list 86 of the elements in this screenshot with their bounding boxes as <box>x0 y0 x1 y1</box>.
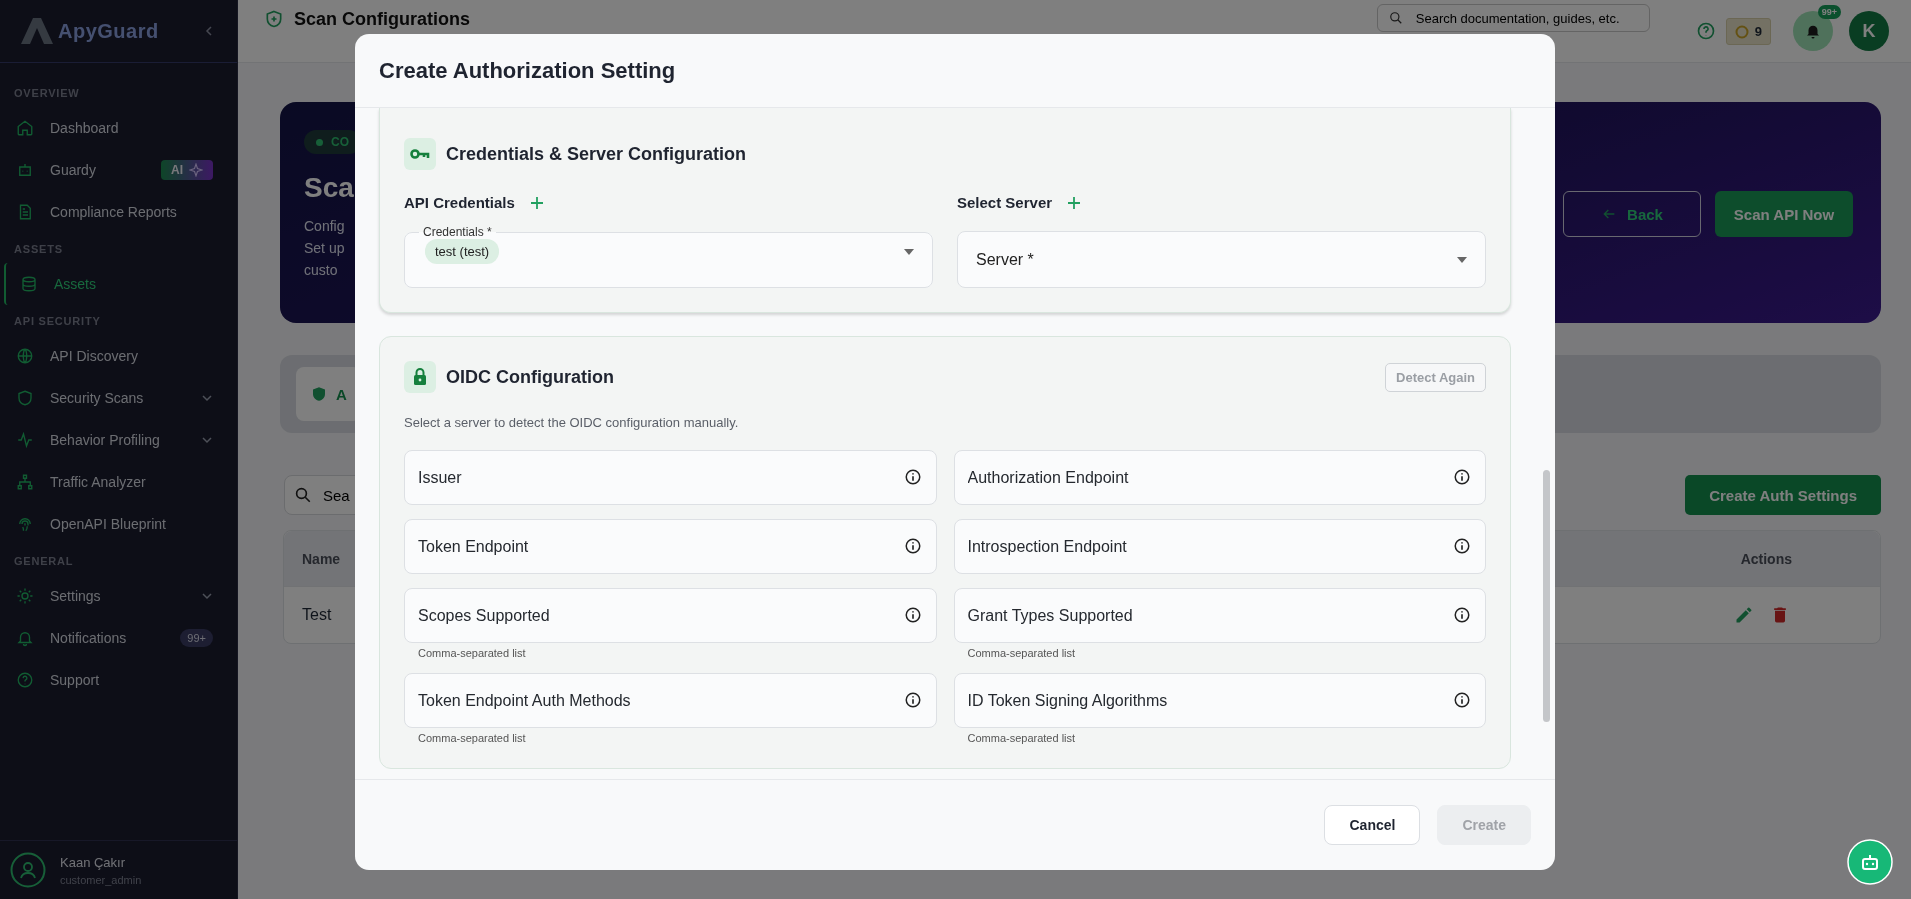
text-field[interactable]: Token Endpoint <box>404 519 937 574</box>
shield-icon <box>16 389 34 407</box>
add-icon[interactable] <box>1066 194 1083 211</box>
info-icon[interactable] <box>1453 691 1471 709</box>
sidebar-item[interactable]: API Discovery <box>0 335 237 377</box>
fingerprint-icon <box>16 515 34 533</box>
section-title: OIDC Configuration <box>446 366 614 388</box>
info-icon[interactable] <box>1453 537 1471 555</box>
field-group-label: API Credentials <box>404 194 515 211</box>
scrollbar-thumb[interactable] <box>1543 470 1550 722</box>
bell-icon <box>16 629 34 647</box>
info-icon[interactable] <box>903 606 922 624</box>
column-header: Actions <box>1740 550 1792 567</box>
sidebar-item[interactable]: Settings <box>0 575 237 617</box>
sidebar-item[interactable]: Guardy AI <box>0 149 237 191</box>
sidebar-item[interactable]: Notifications 99+ <box>0 617 237 659</box>
helper-text: Comma-separated list <box>967 647 1077 659</box>
text-field[interactable]: Token Endpoint Auth Methods <box>404 673 937 728</box>
robot-icon <box>16 161 34 179</box>
helper-text: Comma-separated list <box>418 732 527 744</box>
pulse-icon <box>16 431 34 449</box>
text-field[interactable]: Authorization Endpoint <box>953 450 1486 505</box>
info-icon[interactable] <box>1453 468 1471 486</box>
search-icon <box>294 486 312 504</box>
text-field[interactable]: Introspection Endpoint <box>953 519 1486 574</box>
info-icon[interactable] <box>1453 606 1471 624</box>
user-avatar[interactable]: K <box>1849 11 1889 51</box>
logo-mark <box>20 16 54 46</box>
caret-icon <box>1457 256 1467 263</box>
text-field[interactable]: ID Token Signing Algorithms <box>953 673 1486 728</box>
sidebar-item[interactable]: Behavior Profiling <box>0 419 237 461</box>
hero-title: Sca <box>304 172 354 204</box>
count-badge: 99+ <box>180 629 213 647</box>
search-icon <box>1388 11 1403 25</box>
chatbot-button[interactable] <box>1847 839 1893 885</box>
info-icon[interactable] <box>903 537 922 555</box>
badge-label: AI <box>171 163 183 177</box>
hero-description: Set up <box>304 240 345 256</box>
search-field[interactable]: Search documentation, guides, etc. <box>1376 4 1650 32</box>
create-auth-button[interactable]: Create Auth Settings <box>1685 475 1881 515</box>
help-icon <box>16 671 34 689</box>
globe-icon <box>16 347 34 365</box>
server-select[interactable]: Server * <box>957 231 1486 288</box>
sparkle-icon <box>189 163 203 177</box>
hero-description: custo <box>304 262 338 278</box>
text-field[interactable]: Scopes Supported <box>404 588 937 643</box>
lock-icon <box>404 361 436 393</box>
home-icon <box>16 119 34 137</box>
caret-icon <box>904 248 914 255</box>
info-icon[interactable] <box>903 691 922 709</box>
user-name: Kaan Çakır <box>60 854 127 870</box>
database-icon <box>20 275 38 293</box>
helper-text: Comma-separated list <box>418 647 527 659</box>
sidebar-item[interactable]: Security Scans <box>0 377 237 419</box>
sitemap-icon <box>16 473 34 491</box>
shield-icon <box>310 385 328 403</box>
page-title: Scan Configurations <box>294 9 470 30</box>
credentials-select[interactable]: Credentials * test (test) <box>404 225 933 288</box>
user-avatar-icon[interactable] <box>10 852 46 888</box>
column-header: Name <box>302 550 341 567</box>
section-title: Credentials & Server Configuration <box>446 143 747 165</box>
dialog-title: Create Authorization Setting <box>379 57 676 84</box>
cancel-button[interactable]: Cancel <box>1324 805 1421 845</box>
add-icon[interactable] <box>528 194 545 211</box>
scan-button[interactable]: Scan API Now <box>1715 191 1853 237</box>
sidebar-item[interactable]: Dashboard <box>0 107 237 149</box>
key-icon <box>404 138 436 170</box>
coin-badge[interactable]: 9 <box>1725 18 1771 45</box>
coin-icon <box>1734 24 1749 39</box>
table-cell: Test <box>302 606 332 624</box>
info-icon[interactable] <box>903 468 922 486</box>
back-button[interactable]: Back <box>1563 191 1701 237</box>
text-field[interactable]: Grant Types Supported <box>953 588 1486 643</box>
hero-description: Config <box>304 218 345 234</box>
text-field[interactable]: Issuer <box>404 450 937 505</box>
shield-icon <box>264 9 284 29</box>
sidebar-item[interactable]: Support <box>0 659 237 701</box>
field-group-label: Select Server <box>957 194 1053 211</box>
selected-chip: test (test) <box>425 239 500 264</box>
notification-count: 99+ <box>1817 5 1841 19</box>
logo-text: ApyGuard <box>58 19 159 43</box>
sidebar-item[interactable]: OpenAPI Blueprint <box>0 503 237 545</box>
section-description: Select a server to detect the OIDC configuration manually. <box>404 415 740 430</box>
sidebar-item[interactable]: Traffic Analyzer <box>0 461 237 503</box>
helper-text: Comma-separated list <box>967 732 1077 744</box>
sidebar-item[interactable]: Compliance Reports <box>0 191 237 233</box>
